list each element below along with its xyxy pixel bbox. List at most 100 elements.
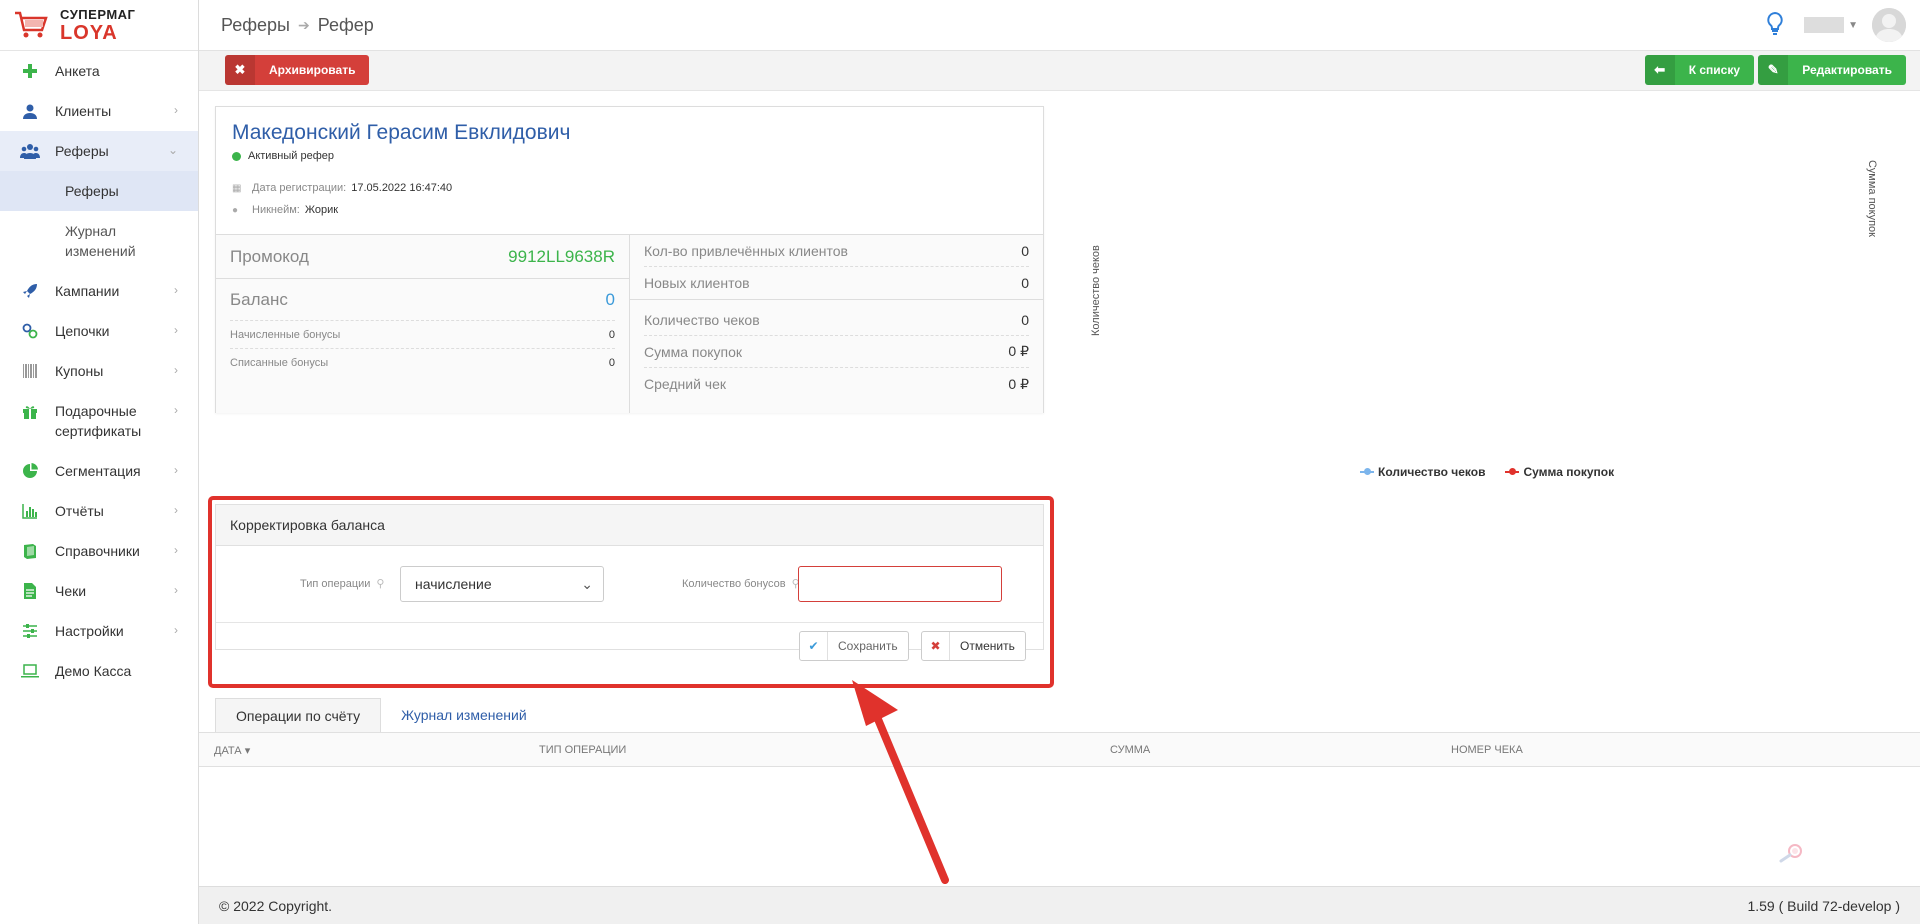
sidebar-item-coupons[interactable]: Купоны › bbox=[0, 351, 198, 391]
breadcrumb-referrers-link[interactable]: Реферы bbox=[221, 15, 290, 36]
header-right: ▼ bbox=[1766, 8, 1906, 42]
archive-button[interactable]: ✖ Архивировать bbox=[225, 55, 370, 85]
sidebar-item-segmentation[interactable]: Сегментация › bbox=[0, 451, 198, 491]
main-content: ✖ Архивировать ⬅ К списку ✎ Редактироват… bbox=[199, 51, 1920, 886]
sidebar-item-anketa[interactable]: Анкета bbox=[0, 51, 198, 91]
registration-label: Дата регистрации: bbox=[252, 182, 347, 194]
accrued-label: Начисленные бонусы bbox=[230, 328, 341, 341]
attracted-value: 0 bbox=[1021, 242, 1029, 259]
column-check-number[interactable]: НОМЕР ЧЕКА bbox=[1451, 744, 1523, 756]
checks-value: 0 bbox=[1021, 311, 1029, 328]
sidebar-item-label: Купоны bbox=[55, 363, 104, 379]
header: Реферы ➔ Рефер ▼ bbox=[199, 0, 1920, 51]
legend-label-checks: Количество чеков bbox=[1378, 465, 1486, 479]
user-small-icon: ● bbox=[232, 204, 239, 216]
avg-value: 0 ₽ bbox=[1008, 375, 1029, 392]
nickname-value: Жорик bbox=[304, 204, 339, 216]
logo-line2: LOYA bbox=[60, 21, 118, 44]
sidebar-item-demo-pos[interactable]: Демо Касса bbox=[0, 651, 198, 691]
attracted-label: Кол-во привлечённых клиентов bbox=[644, 242, 848, 259]
copyright: © 2022 Copyright. bbox=[219, 897, 333, 914]
breadcrumb: Реферы ➔ Рефер bbox=[199, 15, 374, 36]
pie-icon bbox=[20, 461, 40, 481]
cart-logo-icon bbox=[15, 11, 48, 38]
chevron-right-icon: › bbox=[174, 323, 178, 337]
sidebar-item-reports[interactable]: Отчёты › bbox=[0, 491, 198, 531]
lightbulb-icon[interactable] bbox=[1766, 11, 1784, 40]
toolbar: ✖ Архивировать ⬅ К списку ✎ Редактироват… bbox=[199, 51, 1920, 91]
tabs: Операции по счёту Журнал изменений bbox=[215, 698, 547, 732]
breadcrumb-current: Рефер bbox=[317, 14, 374, 35]
sidebar-item-receipts[interactable]: Чеки › bbox=[0, 571, 198, 611]
logo[interactable]: СУПЕРМАГ LOYA bbox=[0, 0, 198, 51]
sidebar-subitem-referrers[interactable]: Реферы bbox=[0, 171, 198, 211]
sum-value: 0 ₽ bbox=[1008, 343, 1029, 359]
clients-stats: Кол-во привлечённых клиентов 0 Новых кли… bbox=[630, 235, 1043, 300]
avatar[interactable] bbox=[1872, 8, 1906, 42]
referrer-card: Македонский Герасим Евклидович Активный … bbox=[215, 106, 1044, 413]
new-clients-row: Новых клиентов 0 bbox=[644, 267, 1029, 299]
receipt-icon bbox=[20, 581, 40, 601]
chart-y-axis-right-label: Сумма покупок bbox=[1866, 159, 1878, 237]
sidebar: СУПЕРМАГ LOYA Анкета Клиенты › Реферы ⌄ … bbox=[0, 0, 199, 924]
annotation-highlight-box bbox=[208, 496, 1054, 688]
arrow-right-icon: ➔ bbox=[298, 16, 310, 33]
operations-table-header: ДАТА ▾ ТИП ОПЕРАЦИИ СУММА НОМЕР ЧЕКА bbox=[199, 732, 1920, 767]
sidebar-item-gift-cards[interactable]: Подарочные сертификаты › bbox=[0, 391, 198, 451]
legend-swatch-sum bbox=[1505, 468, 1520, 475]
plus-icon bbox=[20, 61, 40, 81]
sidebar-item-chains[interactable]: Цепочки › bbox=[0, 311, 198, 351]
footer: © 2022 Copyright. 1.59 ( Build 72-develo… bbox=[199, 886, 1920, 924]
sidebar-nav: Анкета Клиенты › Реферы ⌄ Реферы Журнал … bbox=[0, 51, 198, 691]
accrued-bonuses-row: Начисленные бонусы 0 bbox=[230, 321, 615, 349]
sidebar-subitem-changelog[interactable]: Журнал изменений bbox=[0, 211, 198, 271]
book-icon bbox=[20, 541, 40, 561]
pencil-icon: ✎ bbox=[1758, 55, 1789, 85]
checks-count-row: Количество чеков 0 bbox=[644, 304, 1029, 336]
sum-label: Сумма покупок bbox=[644, 343, 743, 360]
nickname-label: Никнейм: bbox=[252, 204, 300, 216]
sidebar-item-label: Анкета bbox=[55, 63, 100, 79]
spent-value: 0 bbox=[608, 357, 615, 369]
edit-button-label: Редактировать bbox=[1802, 63, 1892, 77]
sidebar-item-label: Кампании bbox=[55, 283, 120, 299]
edit-button[interactable]: ✎ Редактировать bbox=[1758, 55, 1906, 85]
chart-legend: Количество чеков Сумма покупок bbox=[1360, 465, 1634, 479]
status-badge: Активный рефер bbox=[232, 150, 1027, 162]
sidebar-item-clients[interactable]: Клиенты › bbox=[0, 91, 198, 131]
avg-label: Средний чек bbox=[644, 376, 727, 392]
column-amount[interactable]: СУММА bbox=[1110, 744, 1150, 756]
promo-value: 9912LL9638R bbox=[508, 246, 615, 266]
chart-y-axis-left-label: Количество чеков bbox=[1090, 245, 1102, 336]
times-icon: ✖ bbox=[225, 55, 255, 85]
to-list-button[interactable]: ⬅ К списку bbox=[1644, 55, 1754, 85]
archive-button-label: Архивировать bbox=[269, 63, 356, 77]
legend-item-checks[interactable]: Количество чеков bbox=[1360, 465, 1485, 479]
legend-swatch-checks bbox=[1360, 468, 1374, 475]
registration-date: ▦ Дата регистрации: 17.05.2022 16:47:40 bbox=[232, 182, 1027, 194]
tab-account-operations[interactable]: Операции по счёту bbox=[215, 698, 382, 732]
chevron-right-icon: › bbox=[174, 503, 178, 517]
sidebar-item-label: Демо Касса bbox=[55, 663, 132, 679]
sidebar-item-referrers[interactable]: Реферы ⌄ bbox=[0, 131, 198, 171]
caret-down-icon[interactable]: ▼ bbox=[1848, 20, 1858, 31]
promo-code-row: Промокод 9912LL9638R bbox=[216, 235, 629, 279]
legend-item-sum[interactable]: Сумма покупок bbox=[1505, 465, 1614, 479]
sidebar-item-settings[interactable]: Настройки › bbox=[0, 611, 198, 651]
attracted-clients-row: Кол-во привлечённых клиентов 0 bbox=[644, 235, 1029, 267]
username[interactable] bbox=[1804, 17, 1845, 33]
sidebar-item-directories[interactable]: Справочники › bbox=[0, 531, 198, 571]
tab-changelog[interactable]: Журнал изменений bbox=[381, 698, 547, 732]
balance-label: Баланс bbox=[230, 289, 288, 309]
column-operation-type[interactable]: ТИП ОПЕРАЦИИ bbox=[539, 744, 626, 756]
chevron-right-icon: › bbox=[174, 623, 178, 637]
referrer-name: Македонский Герасим Евклидович bbox=[232, 121, 571, 144]
column-date[interactable]: ДАТА ▾ bbox=[214, 744, 250, 757]
purchase-sum-row: Сумма покупок 0 ₽ bbox=[644, 336, 1029, 368]
magnifier-icon[interactable] bbox=[1777, 843, 1805, 863]
referrer-card-header: Македонский Герасим Евклидович Активный … bbox=[216, 107, 1043, 235]
annotation-arrow bbox=[852, 680, 949, 884]
balance-column: Промокод 9912LL9638R Баланс 0 Начисленны… bbox=[216, 235, 630, 413]
accrued-value: 0 bbox=[608, 328, 615, 341]
sidebar-item-campaigns[interactable]: Кампании › bbox=[0, 271, 198, 311]
